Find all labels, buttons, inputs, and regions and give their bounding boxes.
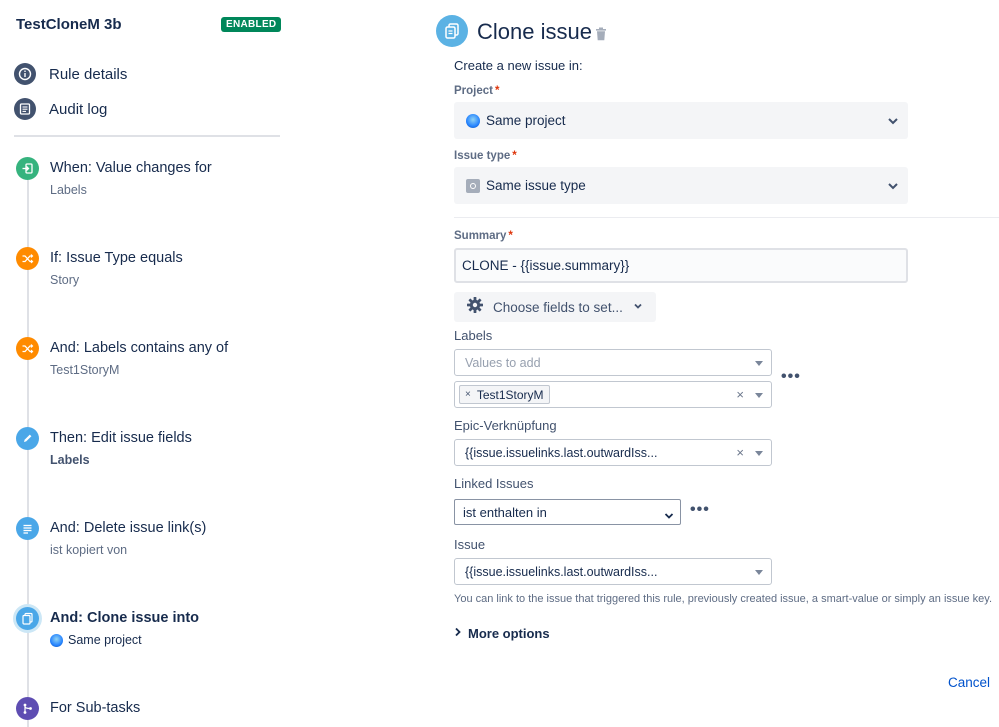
- clone-icon: [16, 607, 39, 630]
- epic-label: Epic-Verknüpfung: [454, 418, 557, 433]
- step-title: And: Clone issue into: [50, 610, 200, 626]
- form-divider: [454, 217, 999, 218]
- step-title: Then: Edit issue fields: [50, 430, 192, 446]
- step-title: And: Labels contains any of: [50, 340, 229, 356]
- gear-icon: [466, 296, 484, 319]
- epic-select[interactable]: {{issue.issuelinks.last.outwardIss... ×: [454, 439, 772, 466]
- step-subtitle: Story: [50, 273, 80, 287]
- cancel-button[interactable]: Cancel: [948, 675, 990, 690]
- component-title: Clone issue: [477, 19, 592, 44]
- chevron-down-icon: [887, 114, 899, 132]
- project-select-value: Same project: [486, 113, 566, 128]
- labels-label: Labels: [454, 328, 493, 343]
- issue-type-label-text: Issue type: [454, 150, 511, 162]
- issue-select[interactable]: {{issue.issuelinks.last.outwardIss...: [454, 558, 772, 585]
- label-tag[interactable]: × Test1StoryM: [459, 385, 550, 404]
- menu-label: Rule details: [49, 65, 128, 83]
- chevron-down-icon: [887, 179, 899, 197]
- linked-issues-label: Linked Issues: [454, 476, 534, 491]
- caret-down-icon: [755, 451, 763, 456]
- issue-select-value: {{issue.issuelinks.last.outwardIss...: [465, 564, 658, 579]
- edit-icon: [16, 427, 39, 450]
- condition-icon: [16, 247, 39, 270]
- status-badge[interactable]: ENABLED: [221, 17, 282, 32]
- issue-help-text: You can link to the issue that triggered…: [454, 593, 993, 605]
- labels-placeholder: Values to add: [465, 355, 541, 370]
- summary-label: Summary *: [454, 230, 513, 242]
- linked-issues-select-value: ist enthalten in: [463, 504, 547, 520]
- required-marker: *: [512, 150, 517, 162]
- step-subtitle: Test1StoryM: [50, 363, 120, 377]
- chevron-down-icon: [633, 298, 643, 316]
- issue-type-label: Issue type *: [454, 150, 517, 162]
- sidebar-divider: [14, 135, 280, 137]
- delete-link-icon: [16, 517, 39, 540]
- condition-icon: [16, 337, 39, 360]
- clear-icon[interactable]: ×: [736, 445, 744, 460]
- required-marker: *: [495, 85, 500, 97]
- labels-more-button[interactable]: •••: [781, 368, 801, 386]
- project-label: Project *: [454, 85, 499, 97]
- step-subtitle: Labels: [50, 453, 90, 467]
- branch-icon: [16, 697, 39, 720]
- caret-down-icon: [755, 361, 763, 366]
- project-avatar-icon: [50, 633, 63, 647]
- clear-icon[interactable]: ×: [736, 387, 744, 402]
- caret-down-icon: [755, 393, 763, 398]
- required-marker: *: [508, 230, 513, 242]
- info-icon: [14, 63, 36, 85]
- menu-item-rule-details[interactable]: Rule details: [14, 62, 127, 86]
- more-options-label: More options: [468, 626, 550, 641]
- tag-remove-icon[interactable]: ×: [465, 389, 471, 400]
- intro-text: Create a new issue in:: [454, 58, 583, 73]
- epic-select-value: {{issue.issuelinks.last.outwardIss...: [465, 445, 658, 460]
- step-title: And: Delete issue link(s): [50, 520, 207, 536]
- step-title: If: Issue Type equals: [50, 250, 183, 266]
- clone-icon: [436, 15, 468, 47]
- audit-log-icon: [14, 98, 36, 120]
- step-subtitle-text: Same project: [68, 633, 142, 647]
- trash-icon[interactable]: [595, 27, 607, 41]
- summary-input[interactable]: CLONE - {{issue.summary}}: [454, 248, 908, 283]
- chevron-right-icon: [454, 627, 462, 640]
- issue-type-icon: [466, 178, 480, 193]
- linked-issues-select[interactable]: ist enthalten in: [454, 499, 681, 525]
- choose-fields-button[interactable]: Choose fields to set...: [454, 292, 656, 322]
- project-select[interactable]: Same project: [454, 102, 908, 139]
- trigger-icon: [16, 157, 39, 180]
- menu-label: Audit log: [49, 100, 108, 118]
- issue-type-select[interactable]: Same issue type: [454, 167, 908, 204]
- menu-item-audit-log[interactable]: Audit log: [14, 97, 107, 121]
- linked-issues-more-button[interactable]: •••: [690, 501, 710, 519]
- rule-sidebar: TestCloneM 3b ENABLED Rule details Audit…: [0, 0, 300, 727]
- choose-fields-label: Choose fields to set...: [493, 299, 623, 315]
- project-label-text: Project: [454, 85, 493, 97]
- caret-down-icon: [755, 570, 763, 575]
- step-title: When: Value changes for: [50, 160, 212, 176]
- label-tag-text: Test1StoryM: [476, 387, 544, 402]
- rule-name: TestCloneM 3b: [16, 16, 122, 33]
- step-subtitle: Labels: [50, 183, 87, 197]
- project-avatar-icon: [466, 113, 480, 128]
- issue-type-select-value: Same issue type: [486, 178, 586, 193]
- chevron-down-icon: [664, 509, 674, 524]
- labels-values-field[interactable]: × Test1StoryM ×: [454, 381, 772, 408]
- issue-label: Issue: [454, 537, 486, 552]
- step-subtitle: ist kopiert von: [50, 543, 128, 557]
- summary-label-text: Summary: [454, 230, 507, 242]
- step-title: For Sub-tasks: [50, 700, 141, 716]
- labels-operation-select[interactable]: Values to add: [454, 349, 772, 376]
- more-options-toggle[interactable]: More options: [454, 626, 550, 641]
- step-subtitle: Same project: [50, 633, 142, 647]
